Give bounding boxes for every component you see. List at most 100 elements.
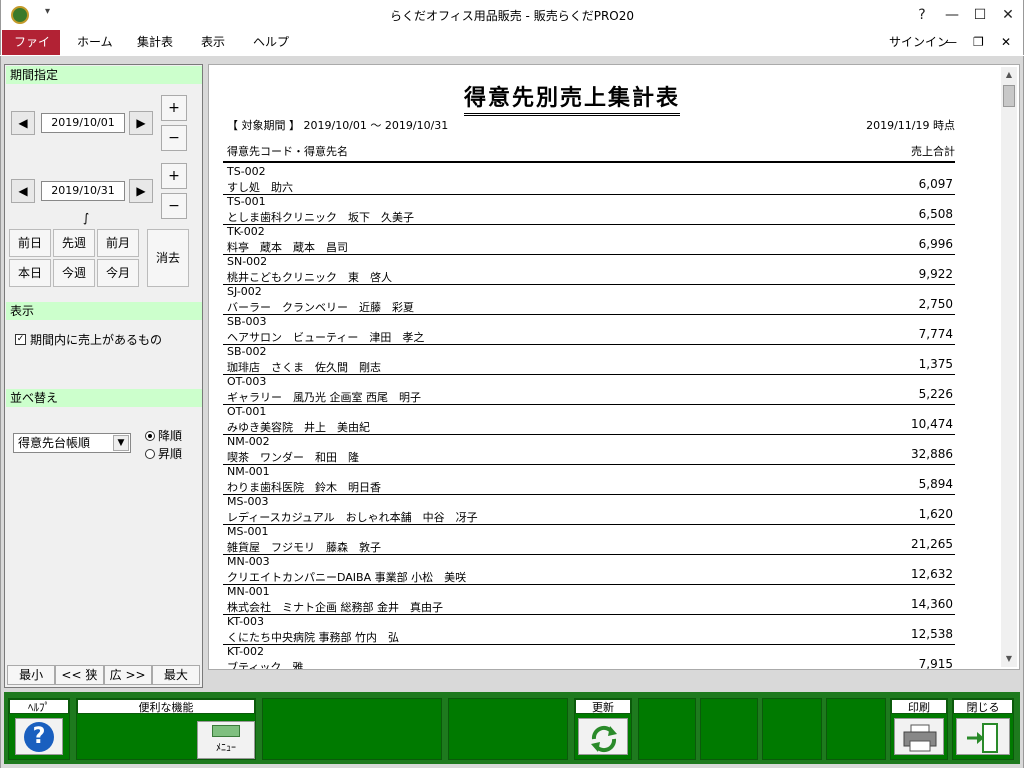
prev-month-button[interactable]: 前月 [97,229,139,257]
sales-total: 10,474 [911,417,953,431]
close-button[interactable] [956,718,1010,755]
keyboard-icon [212,725,240,737]
scroll-thumb[interactable] [1003,85,1015,107]
empty-panel-6 [826,698,886,760]
report-row: TS-001 としま歯科クリニック 坂下 久美子 6,508 [223,195,955,225]
menu-button[interactable]: ﾒﾆｭｰ [197,721,255,759]
zoom-max-button[interactable]: 最大 [151,665,200,685]
sales-total: 32,886 [911,447,953,461]
help-question-icon[interactable]: ? [907,2,937,28]
this-week-button[interactable]: 今週 [53,259,95,287]
end-date-minus-button[interactable]: − [161,193,187,219]
sort-asc-label: 昇順 [158,447,183,461]
scroll-down-icon[interactable]: ▼ [1001,651,1017,667]
zoom-min-button[interactable]: 最小 [7,665,56,685]
zoom-wide-button[interactable]: 広 >> [103,665,152,685]
sales-total: 21,265 [911,537,953,551]
end-date-next-button[interactable]: ▶ [129,179,153,203]
maximize-icon[interactable]: ☐ [965,2,995,28]
print-button[interactable] [894,718,944,755]
customer-name: ヘアサロン ビューティー 津田 孝之 [227,331,425,344]
start-date-field[interactable]: 2019/10/01 [41,113,125,133]
customer-code: MS-001 [227,525,269,538]
sales-in-period-checkbox[interactable]: ✓ 期間内に売上があるもの [15,331,162,348]
start-date-plus-button[interactable]: + [161,95,187,121]
ribbon-minimize-icon[interactable]: — [945,30,957,55]
ribbon-close-icon[interactable]: ✕ [1001,30,1011,55]
customer-name: みゆき美容院 井上 美由紀 [227,421,370,434]
report-row: NM-002 喫茶 ワンダー 和田 隆 32,886 [223,435,955,465]
customer-name: 珈琲店 さくま 佐久間 剛志 [227,361,381,374]
customer-name: 桃井こどもクリニック 東 啓人 [227,271,392,284]
customer-code: SJ-002 [227,285,262,298]
start-date-next-button[interactable]: ▶ [129,111,153,135]
printer-icon [903,724,937,752]
today-button[interactable]: 本日 [9,259,51,287]
vertical-scrollbar[interactable]: ▲ ▼ [1001,67,1017,667]
customer-name: すし処 助六 [227,181,293,194]
customer-code: SB-002 [227,345,267,358]
sort-asc-radio[interactable]: 昇順 [145,445,182,462]
this-month-button[interactable]: 今月 [97,259,139,287]
sales-total: 9,922 [918,267,953,281]
menu-home[interactable]: ホーム [65,30,125,55]
refresh-button[interactable] [578,718,628,755]
customer-code: KT-002 [227,645,265,658]
clear-button[interactable]: 消去 [147,229,189,287]
customer-code: KT-003 [227,615,265,628]
left-panel: 期間指定 ◀ 2019/10/01 ▶ + − ∫ ◀ 2019/10/31 ▶… [4,64,203,688]
zoom-narrow-button[interactable]: << 狭 [55,665,104,685]
customer-code: TS-001 [227,195,266,208]
signin-link[interactable]: サインイン [889,30,949,55]
customer-code: MS-003 [227,495,269,508]
checkbox-label: 期間内に売上があるもの [30,333,163,347]
customer-code: TS-002 [227,165,266,178]
sort-select-value: 得意先台帳順 [18,436,91,450]
close-icon[interactable]: ✕ [993,2,1023,28]
radio-selected-icon [145,430,155,441]
help-panel: ﾍﾙﾌﾟ ? [8,698,70,760]
end-date-field[interactable]: 2019/10/31 [41,181,125,201]
start-date-prev-button[interactable]: ◀ [11,111,35,135]
report-row: MS-001 雑貨屋 フジモリ 藤森 敦子 21,265 [223,525,955,555]
report-rows: TS-002 すし処 助六 6,097 TS-001 としま歯科クリニック 坂下 久美子… [223,165,955,670]
scroll-up-icon[interactable]: ▲ [1001,67,1017,83]
customer-code: NM-002 [227,435,270,448]
customer-code: MN-003 [227,555,270,568]
close-label: 閉じる [953,699,1013,714]
sales-total: 1,620 [918,507,953,521]
sales-total: 6,508 [918,207,953,221]
sort-desc-radio[interactable]: 降順 [145,427,182,444]
print-panel: 印刷 [890,698,948,760]
sales-total: 5,894 [918,477,953,491]
sales-total: 7,915 [918,657,953,670]
checkbox-check-icon: ✓ [15,334,26,345]
ribbon-restore-icon[interactable]: ❐ [973,30,984,55]
customer-code: TK-002 [227,225,265,238]
sales-total: 12,632 [911,567,953,581]
chevron-down-icon[interactable]: ▼ [113,435,129,451]
end-date-plus-button[interactable]: + [161,163,187,189]
end-date-prev-button[interactable]: ◀ [11,179,35,203]
customer-name: ブティック 雅 [227,661,304,670]
help-button[interactable]: ? [15,718,63,755]
radio-unselected-icon [145,448,155,459]
empty-panel-2 [448,698,568,760]
empty-panel-1 [262,698,442,760]
customer-code: SN-002 [227,255,268,268]
menu-file[interactable]: ファイル [2,30,60,74]
report-row: KT-002 ブティック 雅 7,915 [223,645,955,670]
prev-day-button[interactable]: 前日 [9,229,51,257]
minimize-icon[interactable]: — [937,2,967,28]
prev-week-button[interactable]: 先週 [53,229,95,257]
report-row: MS-003 レディースカジュアル おしゃれ本舗 中谷 冴子 1,620 [223,495,955,525]
footer-toolbar: ﾍﾙﾌﾟ ? 便利な機能 ﾒﾆｭｰ 更新 印刷 閉じる [4,692,1020,764]
tools-label: 便利な機能 [77,699,255,714]
start-date-minus-button[interactable]: − [161,125,187,151]
menu-summary[interactable]: 集計表 [125,30,185,55]
customer-code: MN-001 [227,585,270,598]
sales-total: 14,360 [911,597,953,611]
sort-order-select[interactable]: 得意先台帳順 ▼ [13,433,131,453]
menu-help[interactable]: ヘルプ [241,30,301,55]
menu-view[interactable]: 表示 [189,30,237,55]
